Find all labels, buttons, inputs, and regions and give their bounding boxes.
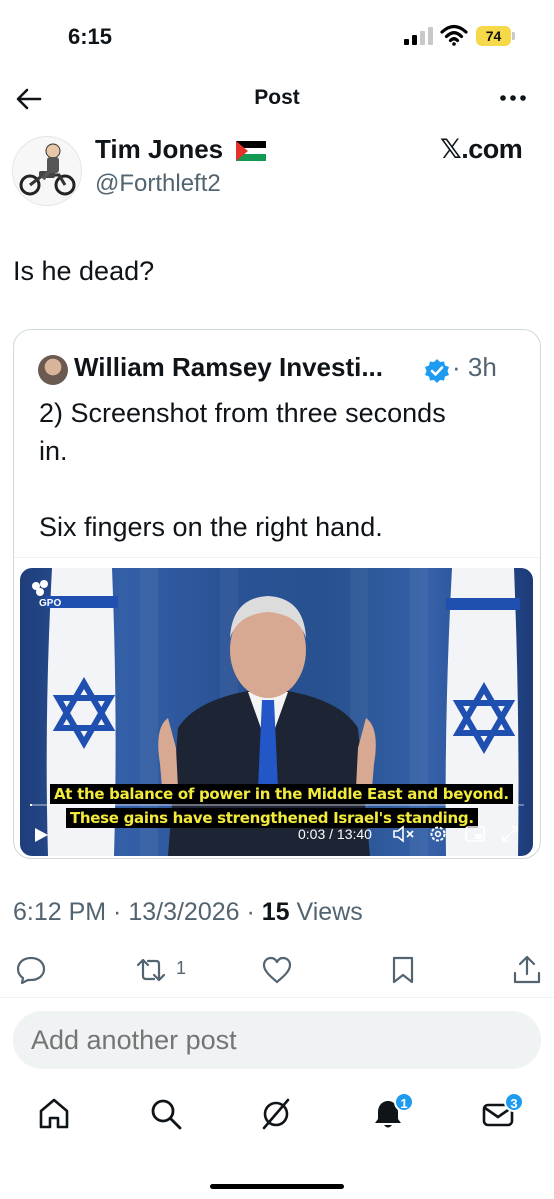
- gpo-logo: GPO: [32, 580, 61, 608]
- video-progress-fill: [30, 804, 32, 806]
- post-meta: 6:12 PM · 13/3/2026 · 15 Views: [13, 898, 363, 927]
- avatar[interactable]: [12, 136, 82, 206]
- video-progress-bar[interactable]: [30, 804, 524, 806]
- wifi-icon: [440, 24, 468, 46]
- page-title: Post: [254, 86, 300, 109]
- reply-icon[interactable]: [14, 954, 48, 986]
- quote-text-line: Six fingers on the right hand.: [39, 512, 383, 542]
- video-player[interactable]: GPO At the balance of power in the Middl…: [20, 568, 533, 856]
- author-name-text: Tim Jones: [95, 134, 224, 164]
- bottom-tab-bar: 1 3: [0, 1090, 554, 1150]
- tab-messages[interactable]: 3: [480, 1092, 524, 1132]
- repost-icon[interactable]: [134, 954, 168, 986]
- notifications-badge: 1: [394, 1092, 414, 1112]
- status-time: 6:15: [68, 24, 113, 49]
- post-timestamp: 6:12 PM · 13/3/2026 ·: [13, 898, 262, 926]
- source-label: 𝕏.com: [440, 134, 523, 164]
- repost-count: 1: [176, 958, 187, 978]
- quote-time: · 3h: [452, 352, 497, 382]
- author-handle[interactable]: @Forthleft2: [95, 170, 221, 198]
- more-icon[interactable]: [498, 90, 528, 106]
- tab-notifications[interactable]: 1: [370, 1092, 414, 1132]
- settings-icon[interactable]: [428, 824, 448, 844]
- quoted-post[interactable]: William Ramsey Investi... · 3h 2) Screen…: [13, 329, 541, 859]
- gpo-logo-text: GPO: [39, 598, 61, 608]
- battery-level: 74: [476, 26, 511, 46]
- messages-badge: 3: [504, 1092, 524, 1112]
- post-actions: 1: [0, 950, 554, 990]
- motorbike-avatar-image: [19, 143, 76, 196]
- battery-cap: [512, 32, 515, 40]
- mute-icon[interactable]: [392, 824, 416, 844]
- play-icon[interactable]: [32, 826, 50, 844]
- quote-text-line: 2) Screenshot from three seconds: [39, 398, 446, 428]
- views-count: 15: [261, 898, 290, 926]
- pip-icon[interactable]: [464, 824, 486, 844]
- post-text: Is he dead?: [13, 256, 155, 286]
- like-icon[interactable]: [260, 954, 294, 986]
- home-indicator: [210, 1184, 344, 1189]
- divider: [0, 997, 554, 998]
- verified-badge-icon: [425, 359, 449, 383]
- reply-input[interactable]: [13, 1011, 541, 1069]
- quote-text-line: in.: [39, 436, 68, 466]
- palestine-flag-icon: [236, 141, 267, 162]
- battery-indicator: 74: [476, 26, 516, 46]
- views-label: Views: [289, 898, 363, 926]
- expand-icon[interactable]: [500, 824, 520, 844]
- video-time: 0:03 / 13:40: [298, 826, 372, 842]
- share-icon[interactable]: [510, 954, 544, 986]
- video-caption-line: At the balance of power in the Middle Ea…: [50, 784, 513, 804]
- quote-avatar: [38, 355, 68, 385]
- home-icon[interactable]: [36, 1096, 72, 1132]
- status-bar: 6:15 74: [0, 0, 554, 70]
- quote-author-name: William Ramsey Investi...: [74, 352, 384, 382]
- quote-divider: [14, 557, 540, 558]
- nav-header: Post: [0, 70, 554, 128]
- search-icon[interactable]: [148, 1096, 184, 1132]
- author-name[interactable]: Tim Jones: [95, 134, 267, 165]
- bookmark-icon[interactable]: [386, 954, 420, 986]
- grok-icon[interactable]: [258, 1096, 294, 1132]
- signal-icon: [404, 27, 433, 45]
